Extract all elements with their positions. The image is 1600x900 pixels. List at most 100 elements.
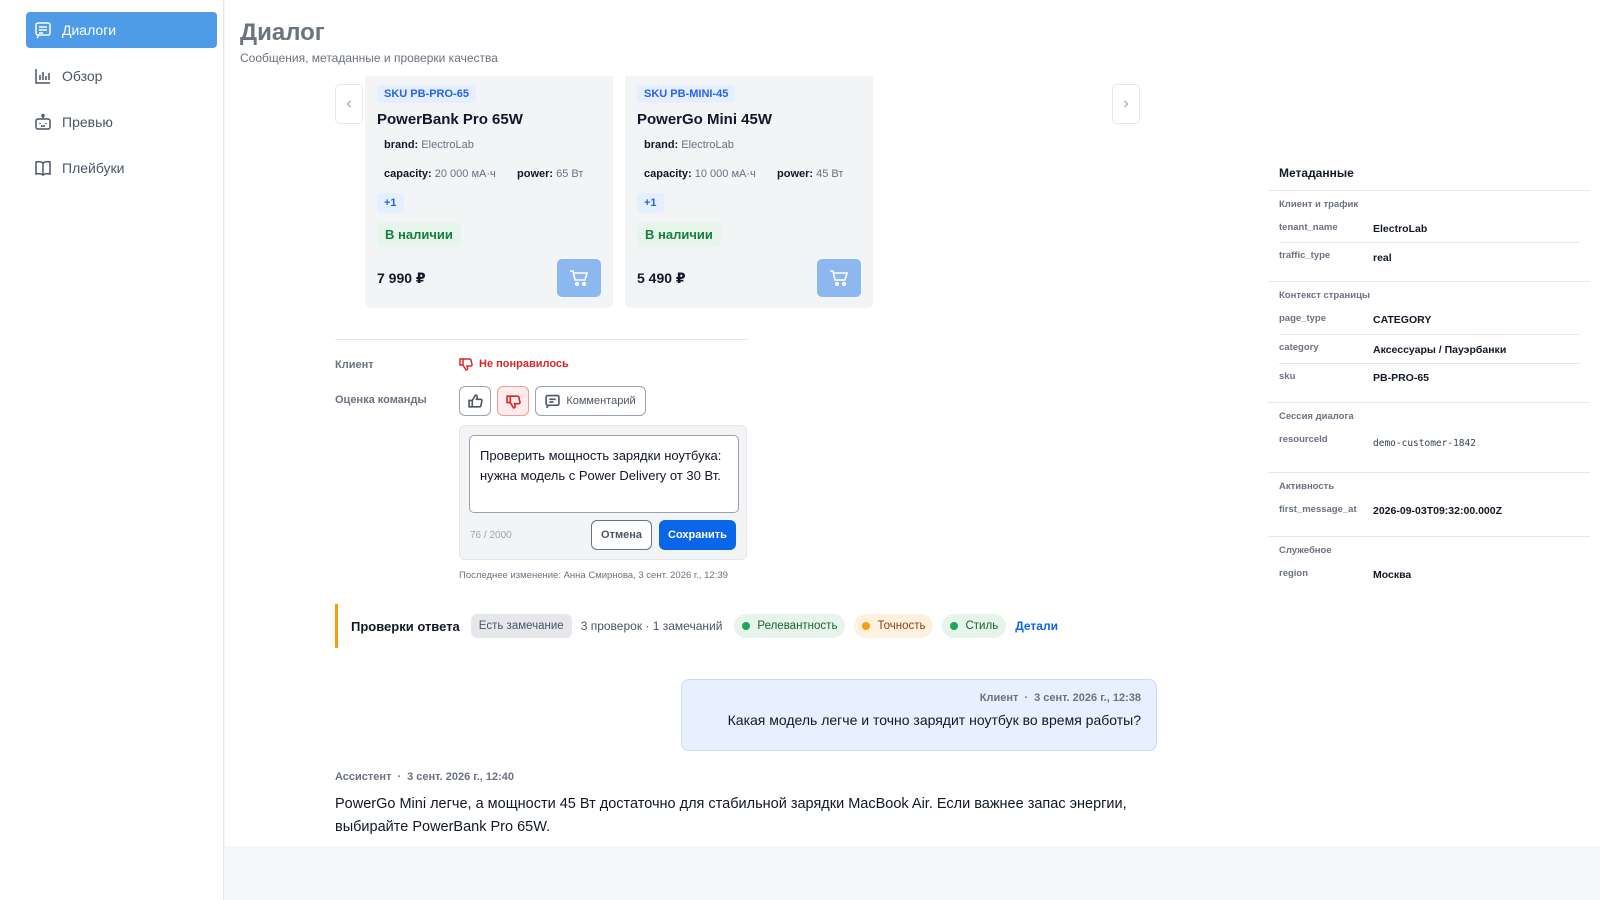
thumbs-up-icon [467, 393, 483, 408]
sku-badge: SKU PB-PRO-65 [377, 85, 476, 103]
check-accuracy: Точность [854, 614, 934, 638]
thumbs-down-icon [505, 394, 521, 409]
product-attr-power: power: 45 Вт [777, 168, 844, 180]
stock-badge: В наличии [377, 222, 461, 247]
product-price: 7 990 ₽ [377, 270, 426, 286]
thumbs-down-icon [459, 358, 473, 371]
check-style: Стиль [942, 614, 1007, 638]
metadata-title: Метаданные [1279, 166, 1354, 180]
comment-panel: Проверить мощность зарядки ноутбука: нуж… [459, 425, 747, 560]
book-icon [34, 159, 52, 177]
sidebar: Диалоги Обзор Превью Плейбуки [0, 0, 224, 900]
sidebar-item-label: Обзор [62, 68, 103, 84]
check-relevance: Релевантность [734, 614, 846, 638]
meta-value: demo-customer-1842 [1373, 438, 1476, 449]
meta-key: first_message_at [1279, 504, 1357, 515]
divider [1268, 402, 1590, 403]
product-attr-capacity: capacity: 10 000 мА·ч [644, 168, 756, 180]
page-subtitle: Сообщения, метаданные и проверки качеств… [240, 51, 498, 65]
more-attrs-badge[interactable]: +1 [377, 193, 404, 213]
divider [1279, 363, 1579, 364]
meta-section-title: Служебное [1279, 545, 1332, 556]
product-card[interactable]: SKU PB-PRO-65 PowerBank Pro 65W brand: E… [365, 76, 613, 308]
meta-key: resourceId [1279, 434, 1328, 445]
add-to-cart-button[interactable] [557, 259, 601, 297]
sidebar-item-label: Плейбуки [62, 160, 125, 176]
details-link[interactable]: Детали [1015, 619, 1058, 633]
meta-value: ElectroLab [1373, 223, 1428, 235]
checks-summary: 3 проверок · 1 замечаний [580, 619, 723, 633]
product-attr-brand: brand: ElectroLab [384, 139, 474, 151]
main-content: Диалог Сообщения, метаданные и проверки … [225, 0, 1600, 846]
sku-badge: SKU PB-MINI-45 [637, 85, 736, 103]
checks-status-badge: Есть замечание [470, 614, 572, 638]
more-attrs-badge[interactable]: +1 [637, 193, 664, 213]
sidebar-item-playbooks[interactable]: Плейбуки [26, 150, 217, 186]
divider [1279, 334, 1579, 335]
last-edit-info: Последнее изменение: Анна Смирнова, 3 се… [459, 570, 728, 581]
response-checks: Проверки ответа Есть замечание 3 проверо… [335, 604, 1058, 648]
divider [1268, 281, 1590, 282]
meta-value: CATEGORY [1373, 314, 1432, 326]
divider [1268, 472, 1590, 473]
product-card[interactable]: SKU PB-MINI-45 PowerGo Mini 45W brand: E… [625, 76, 873, 308]
status-dot [862, 622, 871, 630]
cart-icon [830, 270, 849, 287]
meta-section-title: Активность [1279, 481, 1335, 492]
product-attr-power: power: 65 Вт [517, 168, 584, 180]
comment-button[interactable]: Комментарий [535, 386, 646, 416]
client-message: Клиент · 3 сент. 2026 г., 12:38 Какая моде… [681, 679, 1157, 751]
product-attr-brand: brand: ElectroLab [644, 139, 734, 151]
divider [1279, 242, 1579, 243]
meta-key: region [1279, 568, 1309, 579]
meta-key: traffic_type [1279, 250, 1331, 261]
sidebar-item-preview[interactable]: Превью [26, 104, 217, 140]
carousel-prev-button[interactable]: ‹ [335, 84, 363, 124]
sidebar-item-overview[interactable]: Обзор [26, 58, 217, 94]
product-price: 5 490 ₽ [637, 270, 686, 286]
meta-value: Аксессуары / Пауэрбанки [1373, 344, 1507, 356]
page-title: Диалог [240, 19, 325, 46]
carousel-next-button[interactable]: › [1112, 84, 1140, 124]
message-meta: Клиент · 3 сент. 2026 г., 12:38 [979, 692, 1141, 704]
product-attr-capacity: capacity: 20 000 мА·ч [384, 168, 496, 180]
product-title: PowerBank Pro 65W [377, 111, 523, 128]
meta-value: Москва [1373, 569, 1412, 581]
product-title: PowerGo Mini 45W [637, 111, 773, 128]
meta-key: page_type [1279, 313, 1326, 324]
bot-icon [34, 113, 52, 131]
divider [335, 339, 747, 340]
status-dot [950, 622, 959, 630]
meta-key: tenant_name [1279, 222, 1338, 233]
meta-section-title: Контекст страницы [1279, 290, 1371, 301]
team-rating-label: Оценка команды [335, 394, 427, 406]
char-counter: 76 / 2000 [470, 530, 512, 541]
dislike-button[interactable] [497, 386, 529, 416]
meta-key: category [1279, 342, 1319, 353]
meta-section-title: Сессия диалога [1279, 411, 1354, 422]
client-label: Клиент [335, 359, 374, 371]
add-to-cart-button[interactable] [817, 259, 861, 297]
checks-title: Проверки ответа [351, 618, 460, 634]
chevron-left-icon: ‹ [346, 95, 352, 112]
meta-value: 2026-09-03T09:32:00.000Z [1373, 505, 1503, 517]
chat-icon [34, 21, 52, 39]
assistant-message-meta: Ассистент · 3 сент. 2026 г., 12:40 [335, 771, 515, 783]
comment-textarea[interactable]: Проверить мощность зарядки ноутбука: нуж… [469, 435, 739, 513]
meta-value: real [1373, 252, 1392, 264]
divider [1268, 190, 1590, 191]
bar-chart-icon [34, 67, 52, 85]
cart-icon [570, 270, 589, 287]
like-button[interactable] [459, 386, 491, 416]
chevron-right-icon: › [1123, 95, 1129, 112]
save-button[interactable]: Сохранить [659, 520, 736, 550]
meta-value: PB-PRO-65 [1373, 372, 1430, 384]
message-text: Какая модель легче и точно зарядит ноутб… [727, 712, 1141, 728]
divider [1268, 536, 1590, 537]
status-dot [742, 622, 751, 630]
cancel-button[interactable]: Отмена [591, 520, 652, 550]
assistant-message-text: PowerGo Mini легче, а мощности 45 Вт дос… [335, 796, 1127, 835]
sidebar-item-label: Превью [62, 114, 113, 130]
client-rating: Не понравилось [459, 357, 569, 371]
sidebar-item-dialogs[interactable]: Диалоги [26, 12, 217, 48]
